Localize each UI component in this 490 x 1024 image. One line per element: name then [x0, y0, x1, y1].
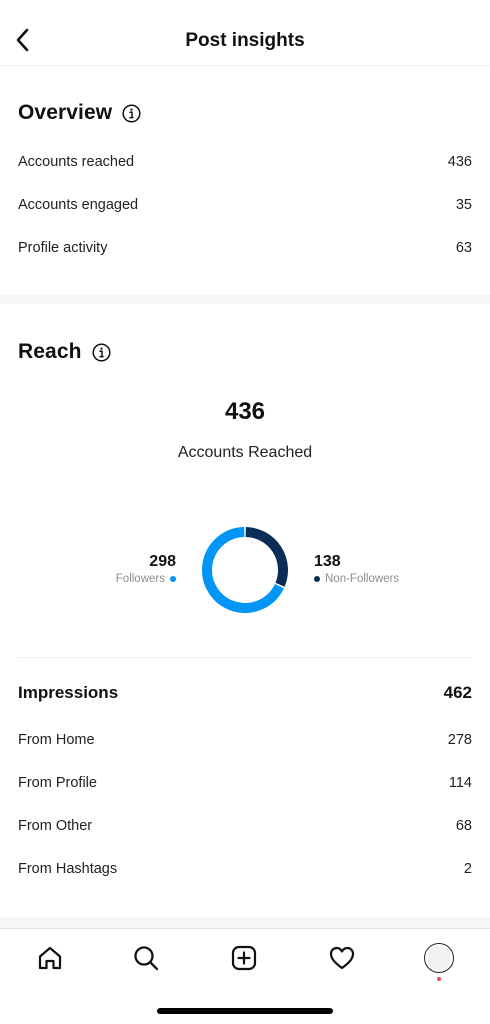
impressions-row-hashtags[interactable]: From Hashtags 2: [18, 861, 472, 877]
row-label: From Hashtags: [18, 861, 118, 877]
row-label: Accounts reached: [18, 154, 135, 170]
info-icon[interactable]: [122, 103, 141, 123]
page-title: Post insights: [185, 30, 305, 51]
non-followers-value: 138: [314, 553, 341, 570]
overview-row-accounts-engaged[interactable]: Accounts engaged 35: [18, 197, 472, 213]
reach-donut-chart: [202, 527, 288, 613]
overview-row-profile-activity[interactable]: Profile activity 63: [18, 240, 472, 256]
tab-home[interactable]: [34, 942, 66, 974]
followers-dot: [170, 576, 176, 582]
reach-title: Reach: [18, 340, 82, 363]
info-icon[interactable]: [91, 342, 111, 362]
overview-title: Overview: [18, 101, 113, 124]
section-separator: [0, 295, 490, 304]
tab-activity[interactable]: [326, 942, 358, 974]
heart-icon: [329, 946, 355, 970]
followers-stat: 298 Followers: [116, 553, 176, 587]
create-icon: [231, 945, 257, 971]
followers-label: Followers: [115, 573, 165, 585]
row-value: 278: [447, 732, 472, 748]
tab-search[interactable]: [130, 942, 162, 974]
row-value: 68: [455, 818, 472, 834]
row-label: From Home: [18, 732, 95, 748]
followers-value: 298: [149, 553, 176, 570]
non-followers-legend: Non-Followers: [314, 571, 399, 587]
non-followers-stat: 138 Non-Followers: [314, 553, 399, 587]
impressions-row-other[interactable]: From Other 68: [18, 818, 472, 834]
reach-header: Reach: [18, 340, 111, 364]
impressions-total: 462: [443, 683, 472, 702]
row-label: Profile activity: [18, 240, 108, 256]
impressions-title: Impressions: [18, 683, 119, 702]
reach-total: 436: [224, 398, 266, 425]
row-label: Accounts engaged: [18, 197, 139, 213]
home-indicator: [157, 1008, 333, 1014]
row-value: 35: [455, 197, 472, 213]
row-value: 114: [448, 775, 472, 791]
row-value: 2: [463, 861, 472, 877]
overview-row-accounts-reached[interactable]: Accounts reached 436: [18, 154, 472, 170]
home-icon: [38, 946, 62, 970]
tab-create[interactable]: [228, 942, 260, 974]
row-value: 63: [455, 240, 472, 256]
row-label: From Profile: [18, 775, 97, 791]
notification-dot: [437, 977, 441, 981]
impressions-row-profile[interactable]: From Profile 114: [18, 775, 472, 791]
donut-segment-non-followers: [245, 527, 288, 587]
reach-caption: Accounts Reached: [177, 444, 313, 461]
avatar-image: [427, 946, 451, 970]
tab-profile[interactable]: [423, 942, 455, 974]
impressions-row-home[interactable]: From Home 278: [18, 732, 472, 748]
section-separator: [0, 917, 490, 928]
non-followers-label: Non-Followers: [325, 573, 400, 585]
divider: [18, 657, 472, 658]
search-icon: [134, 946, 159, 971]
overview-header: Overview: [18, 101, 141, 125]
followers-legend: Followers: [116, 571, 176, 587]
non-followers-dot: [314, 576, 320, 582]
profile-avatar: [424, 943, 454, 973]
top-bar: Post insights: [0, 0, 490, 66]
row-value: 436: [447, 154, 472, 170]
row-label: From Other: [18, 818, 93, 834]
